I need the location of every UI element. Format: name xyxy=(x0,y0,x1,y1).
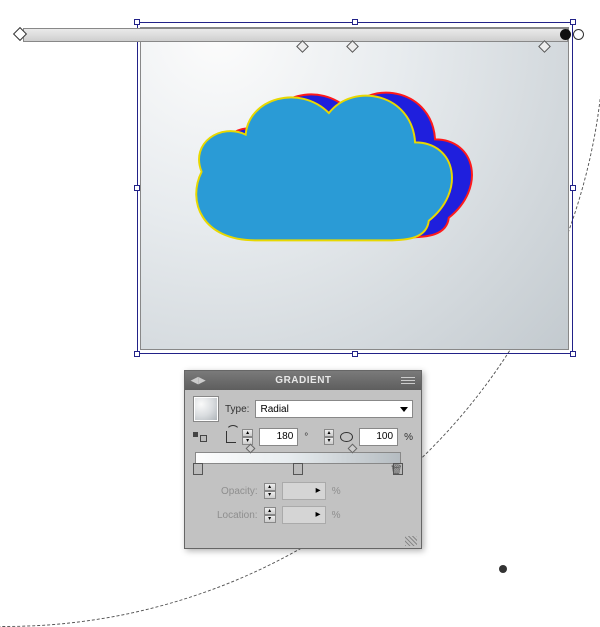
selection-handle[interactable] xyxy=(570,19,576,25)
gradient-color-stop[interactable] xyxy=(193,463,203,475)
angle-aspect-row: ▴▾ 180 ° ▴▾ 100 % xyxy=(193,428,413,446)
gradient-color-stop[interactable] xyxy=(293,463,303,475)
panel-body: Type: Radial ▴▾ 180 ° ▴▾ 100 % xyxy=(185,390,421,536)
gradient-radial-preview-dot[interactable] xyxy=(499,565,507,573)
gradient-ramp-container xyxy=(193,452,413,464)
opacity-label: Opacity: xyxy=(221,486,258,497)
type-label: Type: xyxy=(225,404,249,415)
gradient-swatch[interactable] xyxy=(193,396,219,422)
selection-handle[interactable] xyxy=(570,351,576,357)
location-row: Location: ▴▾ ▸ % xyxy=(193,506,413,524)
angle-spinner[interactable]: ▴▾ xyxy=(242,429,252,445)
opacity-unit: % xyxy=(332,486,341,497)
aspect-ratio-icon xyxy=(340,432,352,442)
gradient-annotator-bar[interactable] xyxy=(23,28,568,42)
aspect-field[interactable]: 100 xyxy=(359,428,399,446)
selection-handle[interactable] xyxy=(134,19,140,25)
trash-icon[interactable] xyxy=(390,465,402,477)
selection-handle[interactable] xyxy=(134,351,140,357)
location-field: ▸ xyxy=(282,506,326,524)
gradient-ramp[interactable] xyxy=(195,452,401,464)
type-row: Type: Radial xyxy=(193,396,413,422)
selection-bounding-box[interactable] xyxy=(137,22,573,354)
panel-title-text: GRADIENT xyxy=(275,375,331,386)
selection-handle[interactable] xyxy=(352,351,358,357)
reverse-gradient-icon[interactable] xyxy=(193,430,207,444)
angle-field[interactable]: 180 xyxy=(259,428,299,446)
chevron-down-icon xyxy=(400,407,408,412)
selection-handle[interactable] xyxy=(352,19,358,25)
selection-handle[interactable] xyxy=(134,185,140,191)
panel-footer xyxy=(185,536,421,548)
opacity-field: ▸ xyxy=(282,482,326,500)
selection-handle[interactable] xyxy=(570,185,576,191)
angle-icon xyxy=(226,431,237,443)
type-select-value: Radial xyxy=(260,404,288,415)
aspect-spinner[interactable]: ▴▾ xyxy=(324,429,334,445)
aspect-unit: % xyxy=(404,432,413,443)
type-select[interactable]: Radial xyxy=(255,400,413,418)
gradient-end-handle[interactable] xyxy=(560,29,571,40)
gradient-panel: ◀▶ GRADIENT Type: Radial ▴▾ 180 ° ▴▾ 100… xyxy=(184,370,422,549)
panel-titlebar[interactable]: ◀▶ GRADIENT xyxy=(185,371,421,390)
opacity-spinner: ▴▾ xyxy=(264,483,276,499)
gradient-end-ring[interactable] xyxy=(573,29,584,40)
panel-menu-icon[interactable] xyxy=(401,377,415,384)
collapse-arrows-icon[interactable]: ◀▶ xyxy=(191,375,206,386)
opacity-row: Opacity: ▴▾ ▸ % xyxy=(193,482,413,500)
resize-grip-icon[interactable] xyxy=(405,536,417,546)
location-label: Location: xyxy=(217,510,258,521)
location-unit: % xyxy=(332,510,341,521)
location-spinner: ▴▾ xyxy=(264,507,276,523)
angle-unit: ° xyxy=(304,432,308,443)
